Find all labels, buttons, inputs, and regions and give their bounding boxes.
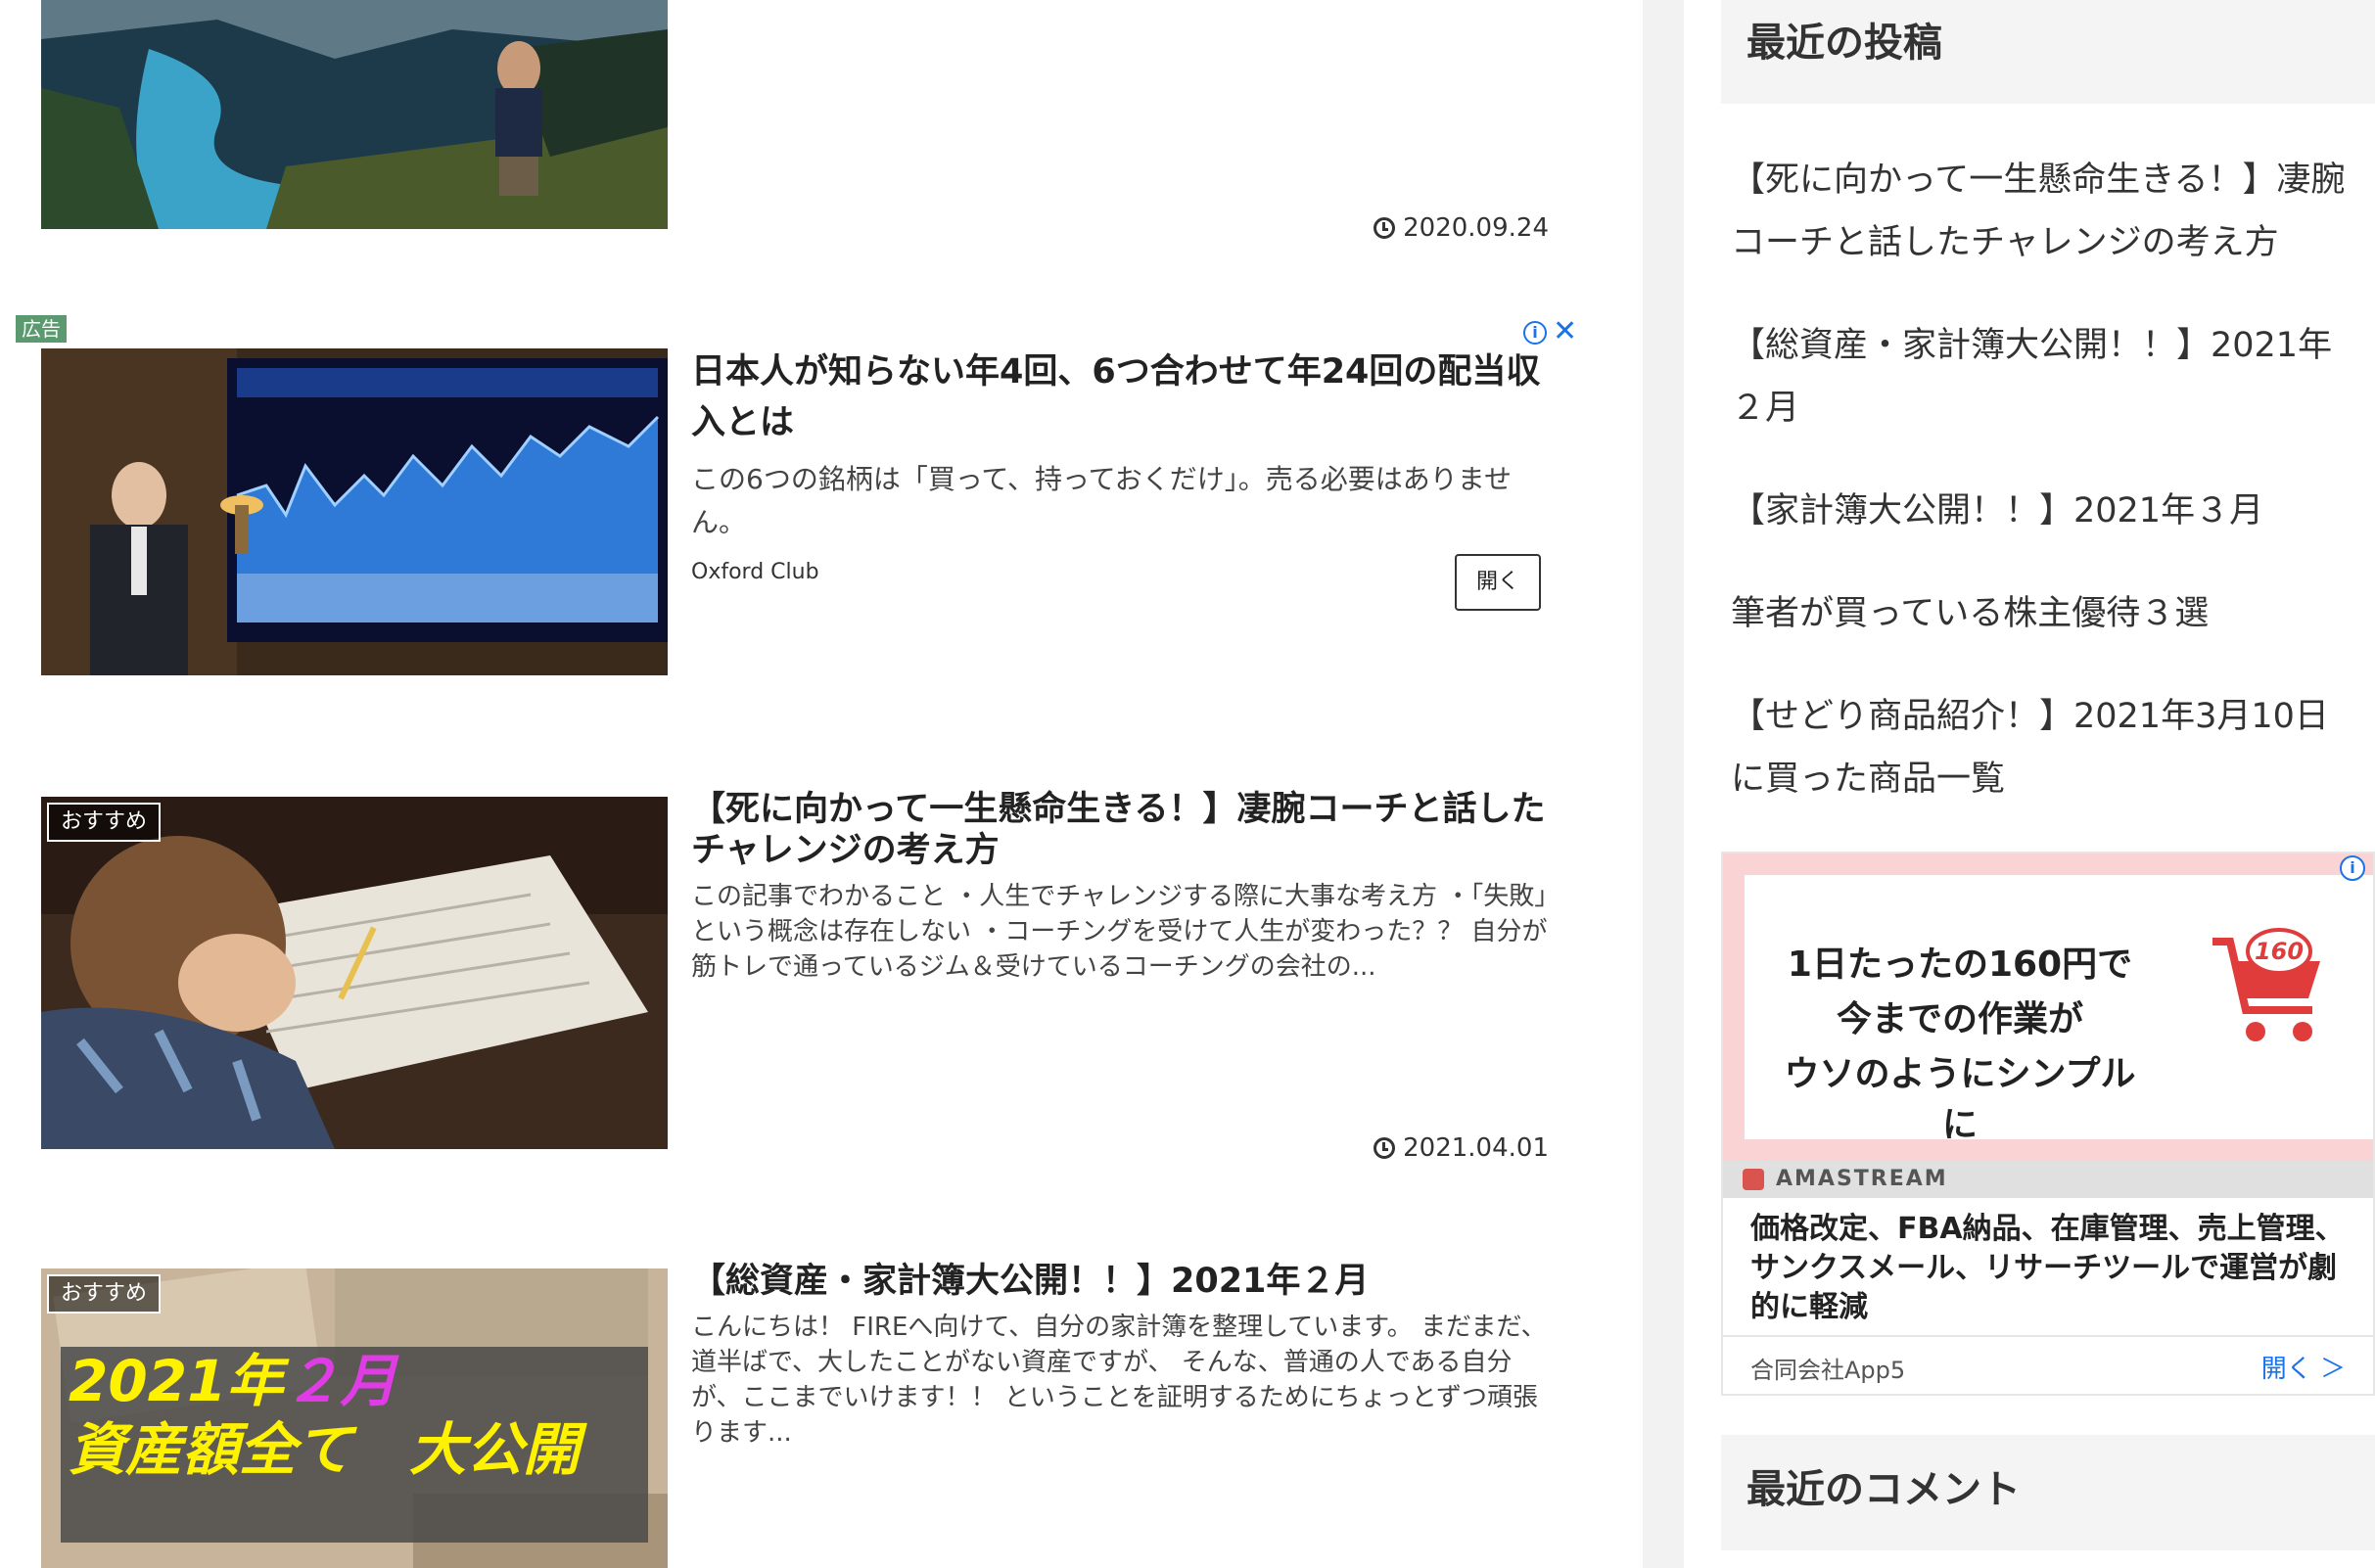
recent-post-link[interactable]: 【総資産・家計簿大公開！！】2021年２月 — [1731, 314, 2357, 439]
ad-brand: AMASTREAM — [1776, 1167, 1948, 1191]
sidebar-ad-open-button[interactable]: 開く ＞ — [2261, 1349, 2346, 1385]
ad-brand-bar: AMASTREAM — [1723, 1161, 2373, 1198]
post-thumbnail-assets[interactable]: おすすめ 2021年２月 資産額全て 大公開 — [41, 1268, 668, 1568]
close-icon[interactable]: ✕ — [1553, 315, 1577, 348]
recent-post-link[interactable]: 筆者が買っている株主優待３選 — [1731, 582, 2357, 645]
shopping-cart-icon: 160 — [2212, 928, 2320, 1041]
ad-stock-chart-image — [41, 348, 668, 675]
ad-description[interactable]: この6つの銘柄は「買って、持っておくだけ」。売る必要はありません。 — [691, 458, 1543, 544]
post-thumbnail-lake[interactable] — [41, 0, 668, 229]
recent-posts-heading: 最近の投稿 — [1721, 0, 2375, 104]
clock-icon — [1374, 217, 1396, 239]
thumbnail-caption: 資産額全て 大公開 — [69, 1416, 581, 1483]
main-content: 2020.09.24 広告 i ✕ 日本人が知らない年4回、6つ合わせて年24回… — [0, 0, 1643, 1568]
recent-post-link[interactable]: 【せどり商品紹介！】2021年3月10日に買った商品一覧 — [1731, 685, 2357, 810]
recent-comments-heading: 最近のコメント — [1721, 1435, 2375, 1550]
post-title[interactable]: 【総資産・家計簿大公開！！】2021年２月 — [691, 1261, 1553, 1302]
post-date-text: 2020.09.24 — [1403, 213, 1549, 243]
ad-line-3: ウソのようにシンプルに — [1784, 1054, 2136, 1145]
sidebar-ad-description[interactable]: 価格改定、FBA納品、在庫管理、売上管理、サンクスメール、リサーチツールで運営が… — [1750, 1210, 2357, 1327]
sidebar-ad[interactable]: 1日たったの160円で 今までの作業が ウソのようにシンプルに 160 i AM… — [1721, 852, 2375, 1396]
ad-info-icon[interactable]: i — [1523, 321, 1547, 345]
ad-title[interactable]: 日本人が知らない年4回、6つ合わせて年24回の配当収入とは — [691, 346, 1553, 448]
thumbnail-overlay-text: 2021年２月 資産額全て 大公開 — [69, 1347, 580, 1484]
post-date-text: 2021.04.01 — [1403, 1133, 1549, 1163]
sidebar-ad-banner[interactable]: 1日たったの160円で 今までの作業が ウソのようにシンプルに 160 i — [1723, 853, 2373, 1161]
post-date: 2020.09.24 — [1374, 213, 1549, 243]
ad-open-button[interactable]: 開く — [1455, 554, 1541, 611]
ad-label: 広告 — [16, 315, 67, 343]
thumbnail-month: ２月 — [283, 1348, 397, 1414]
recommend-badge: おすすめ — [47, 1274, 162, 1314]
post-thumbnail-study[interactable]: おすすめ — [41, 797, 668, 1149]
ad-line-2: 今までの作業が — [1836, 999, 2083, 1039]
sidebar-ad-advertiser[interactable]: 合同会社App5 — [1750, 1351, 1905, 1385]
thumbnail-year: 2021年 — [69, 1348, 284, 1414]
post-date: 2021.04.01 — [1374, 1133, 1549, 1163]
sidebar-ad-card[interactable]: 1日たったの160円で 今までの作業が ウソのようにシンプルに 160 — [1745, 875, 2373, 1145]
child-studying-image — [41, 797, 668, 1149]
sidebar-ad-footer: 合同会社App5 開く ＞ — [1723, 1335, 2373, 1396]
ad-advertiser[interactable]: Oxford Club — [691, 560, 819, 584]
sidebar: 最近の投稿 【死に向かって一生懸命生きる！】凄腕コーチと話したチャレンジの考え方… — [1684, 0, 2375, 1568]
brand-logo-icon — [1743, 1169, 1764, 1190]
ad-info-icon[interactable]: i — [2340, 855, 2365, 881]
post-excerpt: こんにちは！ FIREへ向けて、自分の家計簿を整理しています。 まだまだ、道半ば… — [691, 1313, 1547, 1448]
lake-image — [41, 0, 668, 229]
clock-icon — [1374, 1137, 1396, 1159]
ad-line-1: 1日たったの160円で — [1787, 945, 2133, 985]
recent-posts-list: 【死に向かって一生懸命生きる！】凄腕コーチと話したチャレンジの考え方 【総資産・… — [1731, 149, 2357, 851]
cart-price: 160 — [2255, 938, 2304, 965]
recent-post-link[interactable]: 【死に向かって一生懸命生きる！】凄腕コーチと話したチャレンジの考え方 — [1731, 149, 2357, 274]
ad-image[interactable] — [41, 348, 668, 675]
post-excerpt: この記事でわかること ・人生でチャレンジする際に大事な考え方 ・「失敗」という概… — [691, 882, 1548, 982]
recommend-badge: おすすめ — [47, 803, 162, 842]
post-title[interactable]: 【死に向かって一生懸命生きる！】凄腕コーチと話したチャレンジの考え方 — [691, 789, 1553, 871]
recent-post-link[interactable]: 【家計簿大公開！！】2021年３月 — [1731, 480, 2357, 542]
